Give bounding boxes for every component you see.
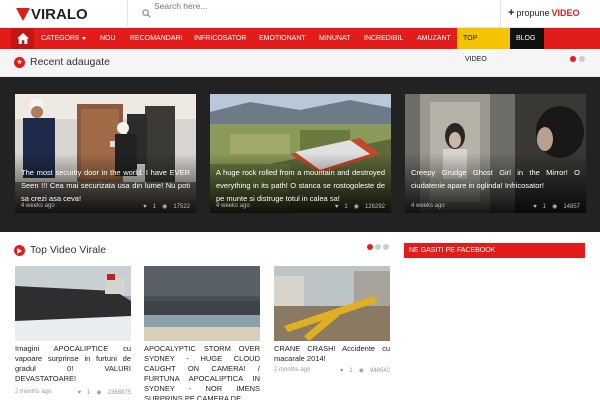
card-likes: 1 [542,203,547,210]
card-views: 14857 [563,203,580,210]
top-video-views: 2368875 [107,389,131,396]
top-video-title[interactable]: CRANE CRASH! Accidente cu macarale 2014! [274,344,390,364]
card-meta: 4 weeks ago ♥ 1 ◉ 17522 [21,203,190,210]
main-nav: CATEGORII NOU RECOMANDARI INFRICOSATOR E… [0,28,600,49]
heart-icon: ♥ [143,203,147,210]
top-video-title[interactable]: APOCALYPTIC STORM OVER SYDNEY - HUGE CLO… [144,344,260,400]
top-section-title: Top Video Virale [30,244,107,256]
slider-dot[interactable] [375,244,381,250]
star-icon: ★ [14,57,25,68]
nav-item-recomandari[interactable]: RECOMANDARI [124,28,189,49]
card-title[interactable]: A huge rock rolled from a mountain and d… [216,166,385,205]
card-meta: 4 weeks ago ♥ 1 ◉ 14857 [411,203,580,210]
nav-item-incredibil[interactable]: INCREDIBIL [358,28,409,49]
top-video-thumbnail[interactable] [15,266,131,341]
video-thumbnail [144,266,260,341]
top-video-meta: 2 months ago ♥ 1 ◉ 948542 [274,367,390,374]
eye-icon: ◉ [353,204,359,210]
nav-item-label: BLOG [516,35,536,42]
top-video-title[interactable]: Imagini APOCALIPTICE cu vapoare surprins… [15,344,131,384]
card-title[interactable]: Creepy Grudge Ghost Girl in the Mirror! … [411,166,580,192]
top-video-thumbnail[interactable] [274,266,390,341]
search-input[interactable] [154,0,494,12]
slider-dot-active[interactable] [570,56,576,62]
top-video-views: 948542 [369,367,390,374]
nav-item-label: NOU [100,35,116,42]
nav-item-label: CATEGORII [41,35,79,42]
recent-card[interactable]: Creepy Grudge Ghost Girl in the Mirror! … [405,94,586,213]
card-likes: 1 [152,203,157,210]
facebook-widget-title: NE GASITI PE FACEBOOK [404,243,585,258]
eye-icon: ◉ [96,390,102,396]
nav-item-categorii[interactable]: CATEGORII [35,28,92,49]
card-meta: 4 weeks ago ♥ 1 ◉ 126292 [216,203,385,210]
top-video-time: 2 months ago [15,389,52,395]
chevron-down-icon [81,36,86,40]
card-time: 4 weeks ago [21,203,55,209]
recent-card[interactable]: The most security door in the world. I h… [15,94,196,213]
slider-dot-active[interactable] [367,244,373,250]
heart-icon: ♥ [533,203,537,210]
top-video-likes: 1 [349,367,353,374]
logo-text: VIRALO [31,5,88,23]
video-thumbnail [15,266,131,341]
nav-item-label: RECOMANDARI [130,35,183,42]
top-video-time: 2 months ago [274,367,311,373]
nav-home[interactable] [11,28,34,49]
nav-item-top[interactable]: TOP [457,28,510,49]
site-header: VIRALO + propune VIDEO [0,0,600,28]
nav-item-emotionant[interactable]: EMOTIONANT [253,28,312,49]
header-divider [500,0,501,28]
nav-item-label: AMUZANT [417,35,451,42]
nav-item-label: TOP [463,35,478,42]
video-thumbnail [274,266,390,341]
nav-item-amuzant[interactable]: AMUZANT [411,28,457,49]
top-video-likes: 1 [87,389,91,396]
eye-icon: ◉ [162,204,168,210]
eye-icon: ◉ [552,204,558,210]
top-video-meta: 2 months ago ♥ 1 ◉ 2368875 [15,389,131,396]
header-divider [127,0,128,28]
nav-item-label: EMOTIONANT [259,35,306,42]
nav-item-minunat[interactable]: MINUNAT [313,28,356,49]
card-title[interactable]: The most security door in the world. I h… [21,166,190,205]
plus-icon: + [508,6,515,19]
play-icon [14,245,25,256]
top-video-thumbnail[interactable] [144,266,260,341]
nav-item-label: MINUNAT [319,35,351,42]
nav-item-label: INCREDIBIL [364,35,404,42]
heart-icon: ♥ [334,203,339,210]
recent-section-title: Recent adaugate [30,56,110,68]
recent-slider: The most security door in the world. I h… [0,77,600,232]
card-time: 4 weeks ago [216,203,250,209]
eye-icon: ◉ [358,368,364,374]
propune-video-button[interactable]: + propune VIDEO [508,6,580,19]
recent-card[interactable]: A huge rock rolled from a mountain and d… [210,94,391,213]
nav-item-label: INFRICOSATOR [194,35,247,42]
heart-icon: ♥ [339,367,344,374]
nav-item-infricosator[interactable]: INFRICOSATOR [188,28,252,49]
logo-mark [16,7,30,21]
nav-item-blog[interactable]: BLOG [510,28,544,49]
site-logo[interactable]: VIRALO [16,5,88,23]
heart-icon: ♥ [77,389,82,396]
card-views: 17522 [173,203,190,210]
home-icon [16,33,29,44]
nav-item-nou[interactable]: NOU [94,28,122,49]
propune-video-label: VIDEO [551,8,580,18]
card-views: 126292 [364,203,385,210]
slider-dot[interactable] [579,56,585,62]
nav-item-top-video-sub[interactable]: VIDEO [465,56,487,63]
search-icon[interactable] [142,9,151,18]
card-time: 4 weeks ago [411,203,445,209]
propune-label: propune [516,8,550,18]
slider-dot[interactable] [383,244,389,250]
card-likes: 1 [344,203,348,210]
